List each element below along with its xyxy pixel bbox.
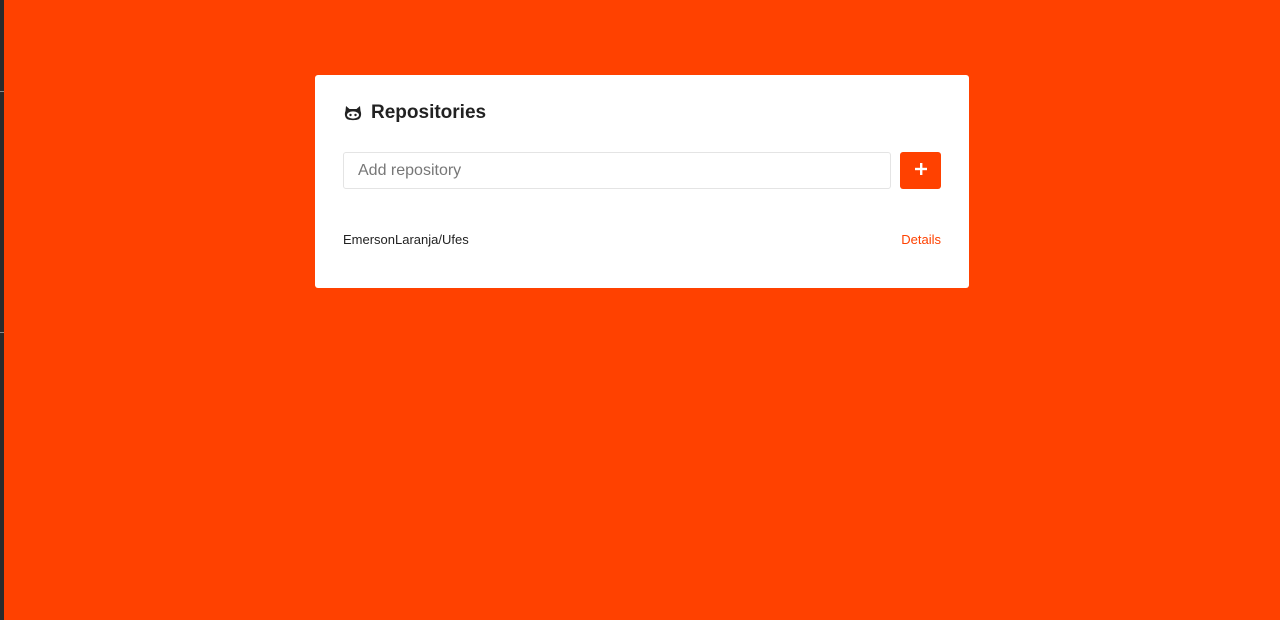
card-header: Repositories <box>343 100 486 126</box>
repository-list: EmersonLaranja/Ufes Details <box>343 227 941 251</box>
page-title: Repositories <box>371 102 487 123</box>
edge-divider <box>0 91 4 92</box>
plus-icon <box>914 162 928 179</box>
github-icon <box>343 103 363 123</box>
edge-divider <box>0 332 4 333</box>
window-edge <box>0 0 4 620</box>
add-repository-button[interactable] <box>900 152 941 189</box>
details-link[interactable]: Details <box>901 232 941 247</box>
add-repository-form <box>343 152 941 189</box>
repositories-card: Repositories EmersonLaranja/Ufes Details <box>315 75 969 288</box>
repository-name: EmersonLaranja/Ufes <box>343 231 469 247</box>
add-repository-input[interactable] <box>343 152 891 189</box>
list-item: EmersonLaranja/Ufes Details <box>343 227 941 251</box>
